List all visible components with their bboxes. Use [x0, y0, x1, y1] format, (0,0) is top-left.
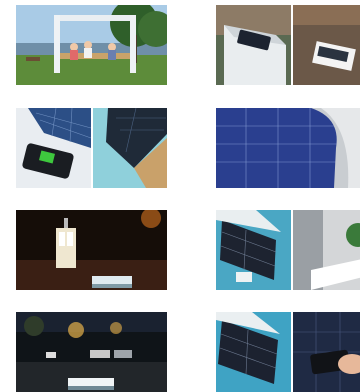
gallery-thumb-blue-bench-panel[interactable] [216, 210, 360, 290]
bench-closeup-image [216, 5, 360, 85]
gallery-thumb-solar-pavilion[interactable] [16, 5, 167, 85]
gallery-thumb-hand-charging[interactable] [216, 312, 360, 392]
gallery-thumb-night-street[interactable] [16, 312, 167, 392]
solar-pavilion-image [16, 5, 167, 85]
gallery-thumb-solar-corner[interactable] [216, 108, 360, 188]
gallery-thumb-bench-closeup[interactable] [216, 5, 360, 85]
gallery-thumb-night-kiosk[interactable] [16, 210, 167, 290]
night-street-image [16, 312, 167, 392]
image-gallery-grid [0, 0, 360, 392]
solar-corner-image [216, 108, 360, 188]
blue-bench-panel-image [216, 210, 360, 290]
phone-charging-image [16, 108, 167, 188]
gallery-thumb-phone-charging[interactable] [16, 108, 167, 188]
night-kiosk-image [16, 210, 167, 290]
hand-charging-image [216, 312, 360, 392]
